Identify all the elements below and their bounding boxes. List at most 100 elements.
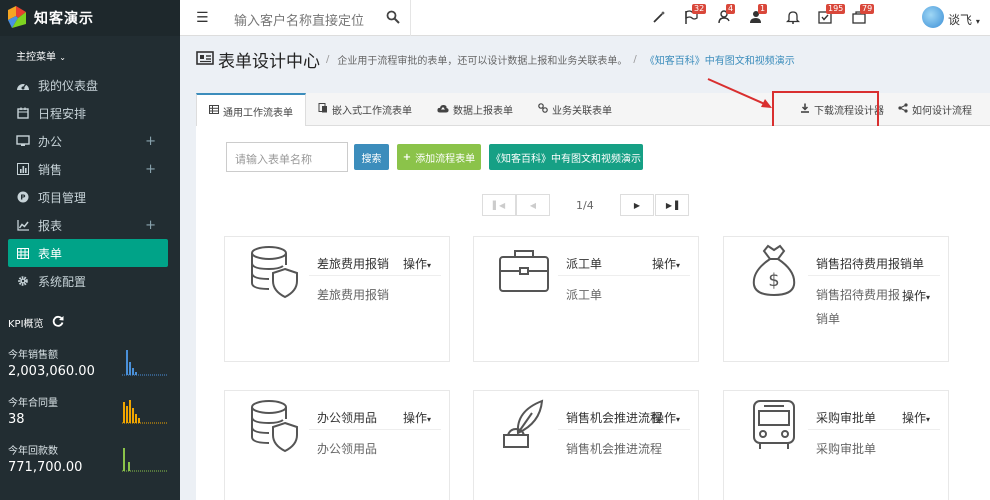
sidebar-item-project[interactable]: P 项目管理 xyxy=(0,183,180,211)
divider xyxy=(410,0,411,36)
divider xyxy=(558,429,690,430)
card-action-label: 操作 xyxy=(403,257,428,271)
tab-business-link[interactable]: 业务关联表单 xyxy=(526,93,624,126)
dashboard-icon xyxy=(16,78,30,92)
add-form-button[interactable]: + 添加流程表单 xyxy=(397,144,481,170)
last-page-button[interactable]: ▶▐ xyxy=(655,194,689,216)
topbar: ☰ 输入客户名称直接定位 32 4 1 195 79 谈飞 ▾ xyxy=(180,0,990,36)
notification-badge: 4 xyxy=(726,4,736,14)
next-page-button[interactable]: ▶ xyxy=(620,194,654,216)
search-input[interactable]: 输入客户名称直接定位 xyxy=(234,10,364,29)
magic-wand-icon[interactable] xyxy=(652,10,668,26)
shopping-bag-icon[interactable]: 79 xyxy=(852,4,875,26)
caret-down-icon: ▾ xyxy=(427,415,432,424)
card-action-dropdown[interactable]: 操作▾ xyxy=(403,409,431,426)
bus-icon xyxy=(748,397,800,453)
prev-page-button[interactable]: ◀ xyxy=(516,194,550,216)
form-name-input[interactable]: 请输入表单名称 xyxy=(226,142,348,172)
task-check-icon[interactable]: 195 xyxy=(818,4,846,26)
logo[interactable]: 知客演示 xyxy=(0,0,180,36)
expand-icon[interactable]: + xyxy=(145,162,156,177)
sidebar-item-form[interactable]: 表单 xyxy=(8,239,168,267)
form-card[interactable]: 销售机会推进流程 操作▾ 销售机会推进流程 xyxy=(473,390,699,500)
card-action-label: 操作 xyxy=(652,257,677,271)
form-card[interactable]: 差旅费用报销 操作▾ 差旅费用报销 xyxy=(224,236,450,362)
sidebar-item-dashboard[interactable]: 我的仪表盘 xyxy=(0,71,180,99)
card-action-dropdown[interactable]: 操作▾ xyxy=(902,409,930,426)
kpi-payments: 今年回款数 771,700.00 xyxy=(0,434,180,482)
database-shield-icon xyxy=(249,243,301,299)
search-button[interactable]: 搜索 xyxy=(354,144,389,170)
menu-header[interactable]: 主控菜单 ⌄ xyxy=(0,36,180,71)
link-icon xyxy=(538,103,548,116)
expand-icon[interactable]: + xyxy=(145,134,156,149)
notification-badge: 195 xyxy=(826,4,846,14)
briefcase-icon xyxy=(498,243,550,299)
avatar[interactable] xyxy=(922,6,944,28)
refresh-icon[interactable] xyxy=(52,315,64,330)
howto-design-button[interactable]: 如何设计流程 xyxy=(886,93,984,126)
card-action-label: 操作 xyxy=(403,411,428,425)
wiki-link[interactable]: 《知客百科》中有图文和视频演示 xyxy=(645,52,795,67)
tab-embedded-workflow[interactable]: 嵌入式工作流表单 xyxy=(306,93,424,126)
svg-text:$: $ xyxy=(768,270,779,291)
form-card[interactable]: 派工单 操作▾ 派工单 xyxy=(473,236,699,362)
card-name: 销售机会推进流程 xyxy=(566,411,663,425)
sidebar-item-report[interactable]: 报表 + xyxy=(0,211,180,239)
user-remove-icon[interactable]: 1 xyxy=(750,4,768,26)
bar-chart-icon xyxy=(16,162,30,176)
sidebar-item-label: 表单 xyxy=(38,246,63,261)
username-label: 谈飞 xyxy=(948,13,973,27)
first-page-button[interactable]: ▌◀ xyxy=(482,194,516,216)
logo-icon xyxy=(6,6,28,30)
sidebar-item-settings[interactable]: 系统配置 xyxy=(0,267,180,295)
card-description: 采购审批单 xyxy=(816,442,877,456)
highlight-box xyxy=(772,91,879,128)
kpi-sparkline xyxy=(122,400,168,424)
tab-general-workflow[interactable]: 通用工作流表单 xyxy=(196,93,306,127)
page-indicator: 1/4 xyxy=(576,199,594,212)
card-description: 销售机会推进流程 xyxy=(566,442,663,456)
sidebar-item-label: 报表 xyxy=(38,218,63,233)
expand-icon[interactable]: + xyxy=(145,218,156,233)
username[interactable]: 谈飞 ▾ xyxy=(948,11,980,28)
search-icon[interactable] xyxy=(386,10,400,27)
card-action-dropdown[interactable]: 操作▾ xyxy=(902,287,930,304)
sidebar-item-label: 我的仪表盘 xyxy=(38,78,99,93)
kpi-contracts: 今年合同量 38 xyxy=(0,386,180,434)
form-card[interactable]: 采购审批单 操作▾ 采购审批单 xyxy=(723,390,949,500)
tab-data-report[interactable]: 数据上报表单 xyxy=(425,93,525,126)
flag-icon[interactable]: 32 xyxy=(684,4,707,26)
caret-down-icon: ▾ xyxy=(676,415,681,424)
sidebar: 知客演示 主控菜单 ⌄ 我的仪表盘 日程安排 办公 + 销售 + P 项目管理 … xyxy=(0,0,180,500)
menu-header-label: 主控菜单 xyxy=(16,52,56,63)
svg-text:P: P xyxy=(20,194,25,202)
divider xyxy=(309,275,441,276)
sidebar-item-office[interactable]: 办公 + xyxy=(0,127,180,155)
desktop-icon xyxy=(16,134,30,148)
page-header: 表单设计中心 / 企业用于流程审批的表单，还可以设计数据上报和业务关联表单。 /… xyxy=(180,36,990,82)
breadcrumb-separator: / xyxy=(633,53,637,65)
page-title: 表单设计中心 xyxy=(218,51,320,72)
wiki-button[interactable]: 《知客百科》中有图文和视频演示 xyxy=(489,144,643,170)
bell-icon[interactable] xyxy=(785,10,802,26)
menu-toggle-icon[interactable]: ☰ xyxy=(196,10,209,26)
form-card[interactable]: 办公领用品 操作▾ 办公领用品 xyxy=(224,390,450,500)
notification-badge: 79 xyxy=(860,4,875,14)
sidebar-item-calendar[interactable]: 日程安排 xyxy=(0,99,180,127)
first-page-icon: ▌◀ xyxy=(492,200,506,210)
kpi-sparkline xyxy=(122,448,168,472)
tab-label: 数据上报表单 xyxy=(453,106,513,117)
breadcrumb-separator: / xyxy=(326,53,330,65)
form-card[interactable]: $ 销售招待费用报销单 操作▾ 销售招待费用报销单 xyxy=(723,236,949,362)
card-action-label: 操作 xyxy=(902,411,927,425)
card-action-dropdown[interactable]: 操作▾ xyxy=(403,255,431,272)
card-action-dropdown[interactable]: 操作▾ xyxy=(652,409,680,426)
share-icon xyxy=(898,103,908,116)
sidebar-item-sales[interactable]: 销售 + xyxy=(0,155,180,183)
calendar-icon xyxy=(16,106,30,120)
card-action-dropdown[interactable]: 操作▾ xyxy=(652,255,680,272)
divider xyxy=(808,275,940,276)
tab-label: 嵌入式工作流表单 xyxy=(332,106,412,117)
user-lock-icon[interactable]: 4 xyxy=(718,4,736,26)
